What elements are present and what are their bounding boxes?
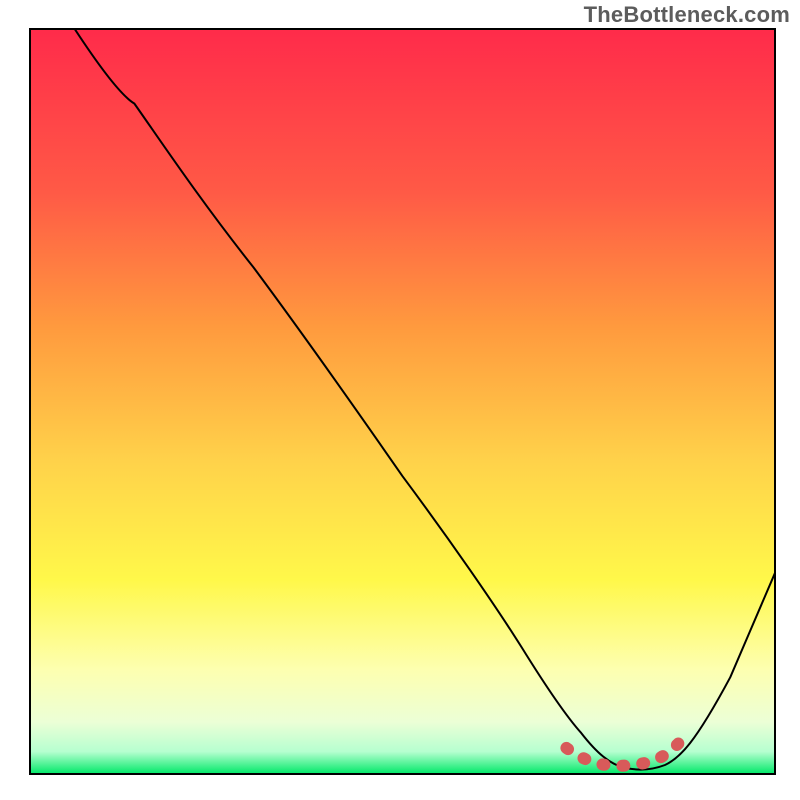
plot-background: [30, 29, 775, 774]
chart-container: TheBottleneck.com: [0, 0, 800, 800]
bottleneck-chart: [0, 0, 800, 800]
